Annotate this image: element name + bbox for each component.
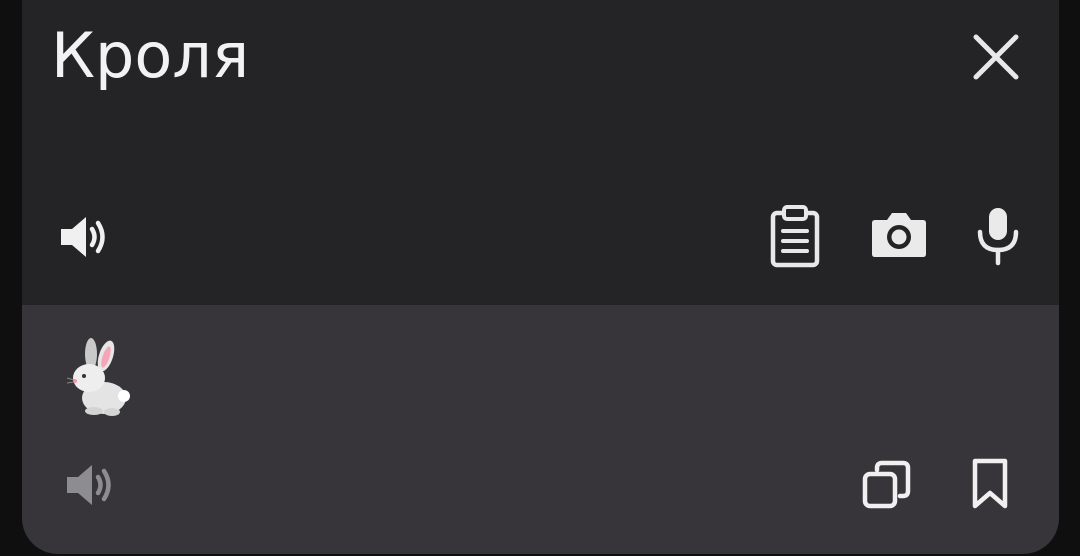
clear-button[interactable] (970, 31, 1022, 83)
speaker-icon (67, 465, 111, 505)
voice-input-button[interactable] (974, 206, 1022, 266)
source-panel: Кроля (22, 0, 1059, 305)
close-icon (973, 34, 1019, 80)
copy-button[interactable] (862, 460, 912, 510)
speaker-icon (61, 217, 105, 257)
result-text: 🐇 (64, 338, 134, 416)
listen-source-button[interactable] (59, 212, 119, 262)
clipboard-icon (770, 205, 820, 268)
rabbit-icon (66, 338, 130, 416)
microphone-icon (977, 208, 1019, 266)
source-text-input[interactable]: Кроля (51, 20, 249, 92)
copy-icon (862, 460, 911, 509)
camera-icon (872, 213, 926, 257)
bookmark-icon (972, 458, 1008, 509)
camera-button[interactable] (870, 208, 928, 260)
listen-result-button[interactable] (65, 460, 125, 510)
save-translation-button[interactable] (970, 458, 1010, 510)
paste-button[interactable] (768, 204, 822, 268)
translation-card: Кроля (22, 0, 1059, 554)
